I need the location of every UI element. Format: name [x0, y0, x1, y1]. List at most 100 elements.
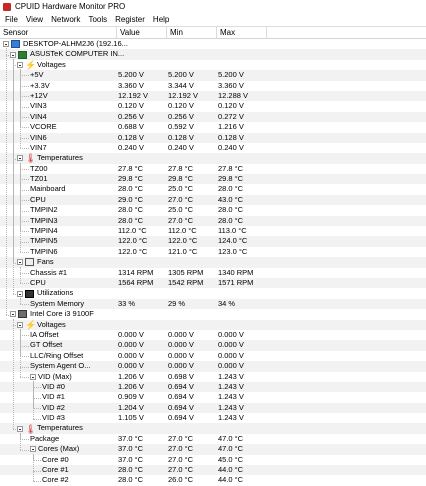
sensor-row[interactable]: Package 37.0 °C 27.0 °C 47.0 °C [0, 434, 426, 444]
min-cell: 0.120 V [168, 101, 194, 111]
value-cell: 37.0 °C [118, 454, 144, 464]
sensor-row[interactable]: VID #0 1.206 V 0.694 V 1.243 V [0, 381, 426, 393]
sensor-row[interactable]: TZ00 27.8 °C 27.8 °C 27.8 °C [0, 164, 426, 174]
collapse-toggle-icon[interactable] [17, 155, 23, 162]
sensor-row[interactable]: +5V 5.200 V 5.200 V 5.200 V [0, 70, 426, 81]
sensor-row[interactable]: CPU 29.0 °C 27.0 °C 43.0 °C [0, 194, 426, 206]
min-column-header[interactable]: Min [167, 27, 217, 38]
sensor-row[interactable]: LLC/Ring Offset 0.000 V 0.000 V 0.000 V [0, 351, 426, 361]
tree-connector-line [20, 96, 29, 98]
sensor-name: VIN7 [30, 142, 47, 152]
sensor-row[interactable]: VCORE 0.688 V 0.592 V 1.216 V [0, 122, 426, 132]
sensor-name: VID (Max) [38, 371, 72, 381]
tree-connector-line [20, 210, 29, 212]
menu-tools[interactable]: Tools [84, 15, 111, 24]
sensor-row[interactable]: VIN3 0.120 V 0.120 V 0.120 V [0, 101, 426, 111]
collapse-toggle-icon[interactable] [30, 373, 36, 380]
value-cell: 28.0 °C [118, 475, 144, 485]
sensor-name: DESKTOP-ALHM2J6 (192.16... [23, 39, 128, 48]
collapse-toggle-icon[interactable] [10, 51, 16, 58]
min-cell: 122.0 °C [168, 236, 198, 246]
sensor-row[interactable]: +12V 12.192 V 12.192 V 12.288 V [0, 90, 426, 102]
sensor-row[interactable]: TZ01 29.8 °C 29.8 °C 29.8 °C [0, 174, 426, 185]
value-cell: 122.0 °C [118, 246, 148, 256]
sensor-row[interactable]: TMPIN6 122.0 °C 121.0 °C 123.0 °C [0, 247, 426, 257]
value-cell: 33 % [118, 298, 136, 308]
sensor-row[interactable]: Core #0 37.0 °C 27.0 °C 45.0 °C [0, 455, 426, 465]
collapse-toggle-icon[interactable] [30, 446, 36, 453]
sensor-row[interactable]: TMPIN3 28.0 °C 27.0 °C 28.0 °C [0, 215, 426, 227]
menu-view[interactable]: View [22, 15, 47, 24]
sensor-row[interactable]: GT Offset 0.000 V 0.000 V 0.000 V [0, 340, 426, 351]
row-label: VID #2 [42, 403, 65, 413]
tree-connector-line [20, 179, 29, 181]
sensor-row[interactable]: TMPIN4 112.0 °C 112.0 °C 113.0 °C [0, 226, 426, 236]
tree-connector-line [33, 418, 41, 420]
max-cell: 124.0 °C [218, 236, 248, 246]
sensor-row[interactable]: System Memory 33 % 29 % 34 % [0, 298, 426, 310]
value-column-header[interactable]: Value [117, 27, 167, 38]
tree-connector-line [20, 148, 29, 150]
sensor-row[interactable]: System Agent O... 0.000 V 0.000 V 0.000 V [0, 361, 426, 372]
sensor-column-header[interactable]: Sensor [0, 27, 117, 38]
sensor-row[interactable]: VIN6 0.128 V 0.128 V 0.128 V [0, 132, 426, 143]
sensor-tree[interactable]: DESKTOP-ALHM2J6 (192.16... ASUSTeK COMPUT… [0, 39, 426, 486]
tree-connector-line [20, 377, 29, 378]
tree-connector-line [20, 137, 29, 139]
sensor-row[interactable]: +3.3V 3.360 V 3.344 V 3.360 V [0, 81, 426, 91]
tree-node-row[interactable]: ⚡ Voltages [0, 319, 426, 330]
sensor-row[interactable]: TMPIN5 122.0 °C 122.0 °C 124.0 °C [0, 236, 426, 247]
sensor-row[interactable]: Core #1 28.0 °C 27.0 °C 44.0 °C [0, 465, 426, 476]
sensor-row[interactable]: TMPIN2 28.0 °C 25.0 °C 28.0 °C [0, 205, 426, 215]
collapse-toggle-icon[interactable] [10, 311, 16, 318]
tree-node-row[interactable]: 🌡 Temperatures [0, 423, 426, 434]
tree-connector-line [20, 75, 29, 77]
sensor-name: TMPIN5 [30, 236, 58, 246]
row-label: System Memory [30, 299, 84, 309]
row-label: System Agent O... [30, 361, 90, 371]
tree-node-row[interactable]: DESKTOP-ALHM2J6 (192.16... [0, 39, 426, 49]
menu-network[interactable]: Network [47, 15, 84, 24]
sensor-row[interactable]: VIN4 0.256 V 0.256 V 0.272 V [0, 111, 426, 123]
tree-node-row[interactable]: Fans [0, 257, 426, 268]
collapse-toggle-icon[interactable] [17, 61, 23, 68]
max-cell: 43.0 °C [218, 194, 244, 204]
max-cell: 34 % [218, 298, 236, 308]
min-cell: 25.0 °C [168, 205, 194, 215]
tree-node-row[interactable]: ⚡ Voltages [0, 60, 426, 70]
row-label: TMPIN6 [30, 247, 58, 257]
tree-node-row[interactable]: ASUSTeK COMPUTER IN... [0, 49, 426, 60]
sensor-row[interactable]: VIN7 0.240 V 0.240 V 0.240 V [0, 143, 426, 153]
tree-connector-line [20, 449, 29, 451]
sensor-row[interactable]: IA Offset 0.000 V 0.000 V 0.000 V [0, 330, 426, 340]
sensor-row[interactable]: VID #2 1.204 V 0.694 V 1.243 V [0, 402, 426, 414]
collapse-toggle-icon[interactable] [17, 290, 23, 297]
tree-node-row[interactable]: Utilizations [0, 288, 426, 298]
collapse-toggle-icon[interactable] [17, 259, 23, 266]
value-cell: 0.120 V [118, 101, 144, 111]
tree-connector-line [20, 189, 29, 191]
menu-help[interactable]: Help [149, 15, 173, 24]
tree-node-row[interactable]: 🌡 Temperatures [0, 153, 426, 164]
collapse-toggle-icon[interactable] [17, 425, 23, 432]
sensor-row[interactable]: Mainboard 28.0 °C 25.0 °C 28.0 °C [0, 184, 426, 194]
menu-file[interactable]: File [1, 15, 22, 24]
collapse-toggle-icon[interactable] [17, 321, 23, 328]
value-cell: 0.000 V [118, 329, 144, 339]
sensor-row[interactable]: Chassis #1 1314 RPM 1305 RPM 1340 RPM [0, 268, 426, 278]
tree-node-row[interactable]: Intel Core i3 9100F [0, 309, 426, 319]
collapse-toggle-icon[interactable] [3, 41, 9, 48]
tree-connector-line [20, 69, 21, 149]
sensor-row[interactable]: VID (Max) 1.206 V 0.698 V 1.243 V [0, 372, 426, 382]
max-column-header[interactable]: Max [217, 27, 267, 38]
row-label: VID #0 [42, 382, 65, 392]
row-label: VID (Max) [30, 372, 72, 382]
sensor-row[interactable]: VID #1 0.909 V 0.694 V 1.243 V [0, 392, 426, 402]
sensor-name: Core #2 [42, 475, 69, 485]
sensor-row[interactable]: Core #2 28.0 °C 26.0 °C 44.0 °C [0, 475, 426, 485]
max-cell: 29.8 °C [218, 174, 244, 184]
sensor-row[interactable]: Cores (Max) 37.0 °C 27.0 °C 47.0 °C [0, 444, 426, 455]
sensor-row[interactable]: VID #3 1.105 V 0.694 V 1.243 V [0, 413, 426, 423]
menu-register[interactable]: Register [111, 15, 149, 24]
sensor-row[interactable]: CPU 1564 RPM 1542 RPM 1571 RPM [0, 277, 426, 289]
